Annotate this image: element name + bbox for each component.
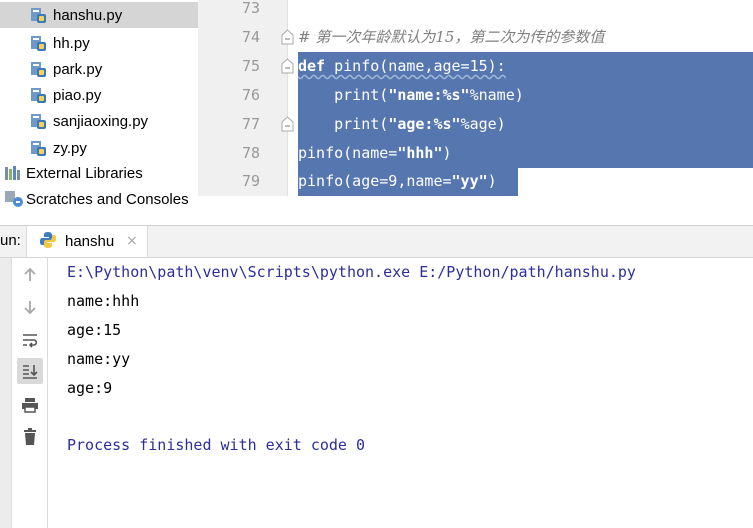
tree-file-sanjiaoxing[interactable]: sanjiaoxing.py — [30, 108, 148, 134]
code-text: print( — [298, 86, 389, 104]
python-file-icon — [30, 35, 47, 52]
python-file-icon — [30, 87, 47, 104]
tree-scratches[interactable]: Scratches and Consoles — [4, 186, 189, 212]
code-text: ) — [442, 144, 452, 162]
code-text: pinfo(name,age=15): — [325, 57, 506, 75]
console-line: E:\Python\path\venv\Scripts\python.exe E… — [67, 263, 636, 281]
python-file-icon — [30, 140, 47, 157]
code-text: print( — [298, 115, 389, 133]
tree-file-hanshu[interactable]: hanshu.py — [0, 2, 198, 28]
soft-wrap-icon[interactable] — [17, 327, 43, 353]
code-string: "hhh" — [397, 144, 443, 162]
code-text: %name) — [469, 86, 524, 104]
arrow-up-icon[interactable] — [17, 262, 43, 288]
run-tab-label: hanshu — [65, 233, 115, 250]
tree-external-libraries-label: External Libraries — [26, 164, 143, 182]
console-line: age:15 — [67, 321, 122, 339]
code-text: %age) — [460, 115, 506, 133]
code-text: pinfo(age=9,name= — [298, 172, 452, 190]
console-line: age:9 — [67, 379, 113, 397]
console-line: name:yy — [67, 350, 131, 368]
fold-marker-icon[interactable] — [281, 29, 294, 45]
close-icon[interactable]: × — [126, 233, 138, 249]
code-line-78: pinfo(name="hhh") — [298, 139, 452, 168]
python-file-icon — [30, 113, 47, 130]
line-number: 79 — [241, 172, 260, 190]
scroll-to-end-icon[interactable] — [17, 358, 43, 384]
tree-file-park[interactable]: park.py — [30, 56, 102, 82]
code-string: "name:%s" — [388, 86, 470, 104]
code-string: "age:%s" — [388, 115, 461, 133]
line-number: 74 — [241, 28, 260, 46]
tree-external-libraries[interactable]: External Libraries — [4, 160, 143, 186]
tree-file-label: sanjiaoxing.py — [53, 112, 149, 130]
tree-file-zy[interactable]: zy.py — [30, 135, 87, 161]
code-line-75: def pinfo(name,age=15): — [298, 52, 506, 81]
code-line-79: pinfo(age=9,name="yy") — [298, 167, 497, 196]
console-line: name:hhh — [67, 292, 140, 310]
tree-file-label: piao.py — [53, 86, 102, 104]
run-label: un: — [0, 232, 21, 249]
line-number: 75 — [241, 57, 260, 75]
tree-file-label: zy.py — [53, 139, 87, 157]
tree-file-label: hanshu.py — [53, 6, 123, 24]
code-string: "yy" — [451, 172, 488, 190]
left-tool-strip — [0, 258, 12, 528]
code-line-76: print("name:%s"%name) — [298, 81, 524, 110]
run-tab-hanshu[interactable]: hanshu × — [26, 226, 148, 257]
tree-file-label: park.py — [53, 60, 103, 78]
tree-file-hh[interactable]: hh.py — [30, 30, 90, 56]
tree-file-label: hh.py — [53, 34, 90, 52]
trash-icon[interactable] — [17, 424, 43, 450]
code-text: pinfo(name= — [298, 144, 398, 162]
code-keyword: def — [298, 57, 326, 75]
code-line-77: print("age:%s"%age) — [298, 110, 506, 139]
tree-scratches-label: Scratches and Consoles — [26, 190, 189, 208]
fold-marker-icon[interactable] — [281, 116, 294, 132]
python-file-icon — [30, 7, 47, 24]
code-text: ) — [487, 172, 497, 190]
line-number: 73 — [241, 0, 260, 17]
python-icon — [39, 231, 57, 253]
line-number: 77 — [241, 115, 260, 133]
tree-file-piao[interactable]: piao.py — [30, 82, 101, 108]
print-icon[interactable] — [17, 392, 43, 418]
python-file-icon — [30, 61, 47, 78]
line-number: 76 — [241, 86, 260, 104]
run-console[interactable] — [49, 258, 753, 528]
external-libraries-icon — [4, 165, 22, 181]
code-comment: # 第一次年龄默认为15，第二次为传的参数值 — [298, 28, 605, 46]
project-tree: hanshu.py hh.py park.py piao.py sanjiaox… — [0, 0, 198, 214]
arrow-down-icon[interactable] — [17, 294, 43, 320]
line-number: 78 — [241, 144, 260, 162]
editor-empty-area — [198, 196, 753, 224]
fold-marker-icon[interactable] — [281, 58, 294, 74]
scratches-icon — [4, 190, 24, 208]
console-exit-message: Process finished with exit code 0 — [67, 436, 366, 454]
